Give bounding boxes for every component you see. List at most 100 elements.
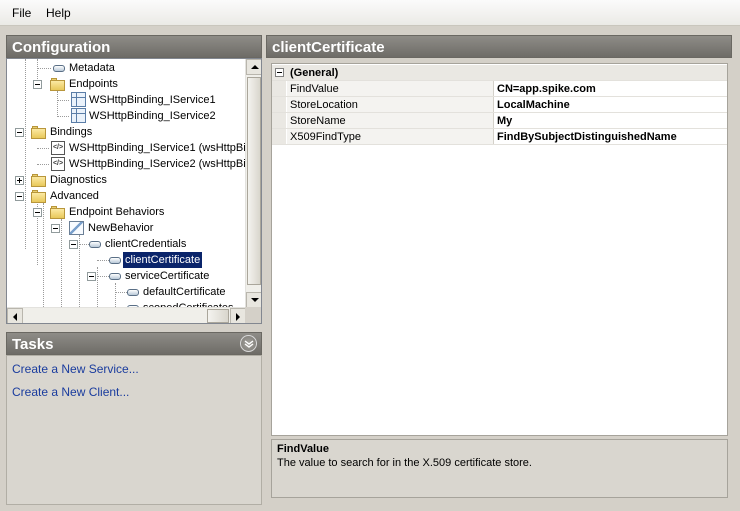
tree-node-label: WSHttpBinding_IService2 [89,110,216,122]
tree-connector [57,100,69,101]
tree-node-label: serviceCertificate [125,270,210,282]
xml-binding-icon: </> [51,157,65,171]
collapse-toggle-icon[interactable] [33,80,42,89]
configuration-title: Configuration [12,39,111,56]
tree-node-bindings[interactable]: Bindings [7,124,246,140]
tree-node-advanced[interactable]: Advanced [7,188,246,204]
tree-node-label: Advanced [50,190,99,202]
pill-icon [109,257,121,264]
property-description-pane: FindValue The value to search for in the… [271,439,728,498]
row-gutter [272,97,286,112]
tree-node-endpoints[interactable]: Endpoints [7,76,246,92]
category-label: (General) [290,67,339,79]
row-gutter [272,113,286,128]
property-row-findvalue[interactable]: FindValue CN=app.spike.com [272,81,727,97]
tree-node-label: WSHttpBinding_IService1 [89,94,216,106]
arrow-right-icon [236,313,240,321]
tree-node-endpoint-service2[interactable]: WSHttpBinding_IService2 [7,108,246,124]
behavior-icon [69,221,84,235]
endpoint-grid-icon [71,92,86,107]
tree-node-newbehavior[interactable]: NewBehavior [7,220,246,236]
configuration-tree[interactable]: Metadata Endpoints WSHttpBinding_IServic… [6,58,262,324]
description-text: The value to search for in the X.509 cer… [277,457,532,469]
property-row-storelocation[interactable]: StoreLocation LocalMachine [272,97,727,113]
property-name: X509FindType [287,129,494,144]
pill-icon [53,65,65,72]
tree-node-label: Bindings [50,126,93,138]
collapse-chevron-icon[interactable] [240,335,257,352]
pill-icon [127,289,139,296]
tree-connector [79,244,89,245]
tree-node-endpoint-behaviors[interactable]: Endpoint Behaviors [7,204,246,220]
property-value-input[interactable]: FindBySubjectDistinguishedName [495,129,727,144]
tasks-title: Tasks [12,336,54,353]
folder-icon [31,126,47,139]
properties-header: clientCertificate [266,35,732,58]
collapse-toggle-icon[interactable] [33,208,42,217]
scroll-right-button[interactable] [230,308,246,323]
tree-node-label-selected: clientCertificate [123,252,203,268]
collapse-toggle-icon[interactable] [69,240,78,249]
folder-icon [31,190,47,203]
row-gutter [272,129,286,144]
expand-toggle-icon[interactable] [15,176,24,185]
tree-node-label: Endpoints [69,78,118,90]
tasks-panel: Create a New Service... Create a New Cli… [6,355,262,505]
tree-node-label: Diagnostics [50,174,107,186]
scroll-thumb[interactable] [207,309,229,323]
properties-title: clientCertificate [272,39,385,56]
property-value-input[interactable]: CN=app.spike.com [495,81,727,96]
property-name: FindValue [287,81,494,96]
property-grid[interactable]: (General) FindValue CN=app.spike.com Sto… [271,63,728,436]
tree-node-binding-service1[interactable]: </> WSHttpBinding_IService1 (wsHttpBin [7,140,246,156]
tree-node-label: Metadata [69,62,115,74]
property-value-input[interactable]: LocalMachine [495,97,727,112]
category-row-general[interactable]: (General) [272,65,727,81]
tree-connector [115,292,127,293]
tree-node-clientcredentials[interactable]: clientCredentials [7,236,246,252]
property-row-x509findtype[interactable]: X509FindType FindBySubjectDistinguishedN… [272,129,727,145]
scroll-up-button[interactable] [246,59,261,75]
pill-icon [109,273,121,280]
collapse-toggle-icon[interactable] [51,224,60,233]
tasks-header: Tasks [6,332,262,355]
description-title: FindValue [277,443,329,455]
tree-node-label: Endpoint Behaviors [69,206,165,218]
tree-node-metadata[interactable]: Metadata [7,60,246,76]
collapse-toggle-icon[interactable] [15,192,24,201]
property-value-input[interactable]: My [495,113,727,128]
tree-connector [57,116,69,117]
collapse-toggle-icon[interactable] [15,128,24,137]
endpoint-grid-icon [71,108,86,123]
property-name: StoreLocation [287,97,494,112]
create-new-service-link[interactable]: Create a New Service... [12,362,139,376]
arrow-left-icon [13,313,17,321]
tree-content: Metadata Endpoints WSHttpBinding_IServic… [7,59,246,308]
xml-binding-icon: </> [51,141,65,155]
scroll-left-button[interactable] [7,308,23,323]
arrow-up-icon [251,65,259,69]
collapse-toggle-icon[interactable] [275,68,284,77]
arrow-down-icon [251,298,259,302]
configuration-header: Configuration [6,35,262,58]
tree-vertical-scrollbar[interactable] [245,59,261,308]
tree-connector [37,164,49,165]
tree-horizontal-scrollbar[interactable] [7,307,246,323]
tree-node-endpoint-service1[interactable]: WSHttpBinding_IService1 [7,92,246,108]
collapse-toggle-icon[interactable] [87,272,96,281]
menu-file[interactable]: File [12,6,31,20]
property-row-storename[interactable]: StoreName My [272,113,727,129]
tree-node-servicecertificate[interactable]: serviceCertificate [7,268,246,284]
tree-node-label: NewBehavior [88,222,154,234]
scroll-corner [245,307,261,323]
menu-help[interactable]: Help [46,6,71,20]
create-new-client-link[interactable]: Create a New Client... [12,385,129,399]
tree-node-diagnostics[interactable]: Diagnostics [7,172,246,188]
scroll-thumb[interactable] [247,77,261,285]
tree-node-binding-service2[interactable]: </> WSHttpBinding_IService2 (wsHttpBin [7,156,246,172]
tree-node-clientcertificate[interactable]: clientCertificate [7,252,246,268]
panel-splitter[interactable] [262,35,266,511]
tree-node-label: clientCredentials [105,238,187,250]
scroll-down-button[interactable] [246,292,261,308]
tree-node-defaultcertificate[interactable]: defaultCertificate [7,284,246,300]
